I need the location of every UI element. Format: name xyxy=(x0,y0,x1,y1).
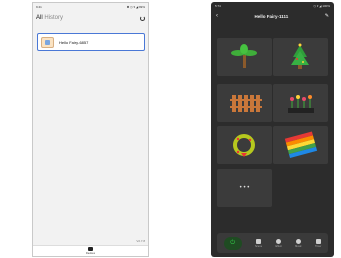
grid-icon xyxy=(315,238,321,244)
status-bar: 5:74 ◷ ▾ ◢ 100% xyxy=(211,2,334,10)
device-name: Hello Fairy-6857 xyxy=(59,39,89,45)
more-icon: • • • xyxy=(239,185,250,191)
tab-devices-label[interactable]: Devices xyxy=(86,252,95,255)
wreath-icon xyxy=(233,134,255,157)
tile-more[interactable]: • • • xyxy=(217,169,272,207)
tile-palm-tree[interactable] xyxy=(217,38,272,76)
tab-all[interactable]: All xyxy=(36,15,43,21)
tulips-icon xyxy=(288,95,314,113)
nav-item-effect[interactable]: Effect xyxy=(275,238,282,248)
status-icons: ✱ ◷ ▾ ◢ 99% xyxy=(126,5,145,9)
music-icon xyxy=(295,238,301,244)
bottom-nav-bar: ⏻ Scene Effect Music Timer xyxy=(217,233,328,253)
edit-icon[interactable]: ✎ xyxy=(325,13,329,19)
device-control-screen: 5:74 ◷ ▾ ◢ 100% ‹ Hello Fairy-1111 ✎ • •… xyxy=(211,2,334,257)
status-time: 5:74 xyxy=(215,4,221,8)
header: All History xyxy=(33,11,148,25)
device-title: Hello Fairy-1111 xyxy=(254,13,289,19)
history-phone-screen: 9:41 ✱ ◷ ▾ ◢ 99% All History Hello Fairy… xyxy=(32,2,149,257)
back-icon[interactable]: ‹ xyxy=(216,13,218,19)
nav-label: Effect xyxy=(275,244,282,248)
status-bar: 9:41 ✱ ◷ ▾ ◢ 99% xyxy=(33,3,148,11)
power-button[interactable]: ⏻ xyxy=(223,236,242,250)
tile-rainbow-flag[interactable] xyxy=(273,126,328,164)
devices-icon[interactable] xyxy=(88,247,93,252)
status-time: 9:41 xyxy=(36,5,42,9)
tile-tulips[interactable] xyxy=(273,84,328,122)
scene-icon xyxy=(256,238,262,244)
device-icon xyxy=(41,36,54,48)
nav-label: Music xyxy=(295,244,302,248)
nav-item-timer[interactable]: Timer xyxy=(315,238,322,248)
status-icons: ◷ ▾ ◢ 100% xyxy=(313,4,330,8)
effect-icon xyxy=(276,238,282,244)
device-list-item[interactable]: Hello Fairy-6857 xyxy=(37,33,145,51)
tab-history[interactable]: History xyxy=(44,15,63,21)
fence-icon xyxy=(230,95,262,112)
nav-item-scene[interactable]: Scene xyxy=(255,238,263,248)
header: ‹ Hello Fairy-1111 ✎ xyxy=(211,10,334,22)
palm-tree-icon xyxy=(231,44,257,68)
page-title: All History xyxy=(36,15,63,21)
nav-label: Timer xyxy=(315,244,322,248)
power-icon: ⏻ xyxy=(230,239,236,246)
rainbow-flag-icon xyxy=(284,131,318,159)
tile-christmas-tree[interactable] xyxy=(273,38,328,76)
tile-fence[interactable] xyxy=(217,84,272,122)
tile-wreath[interactable] xyxy=(217,126,272,164)
nav-label: Scene xyxy=(255,244,263,248)
refresh-icon[interactable] xyxy=(140,15,145,21)
nav-item-music[interactable]: Music xyxy=(295,238,302,248)
bottom-tab-bar: Devices xyxy=(33,245,148,256)
version-label: V2.7.8 xyxy=(136,239,145,243)
christmas-tree-icon xyxy=(291,43,309,69)
